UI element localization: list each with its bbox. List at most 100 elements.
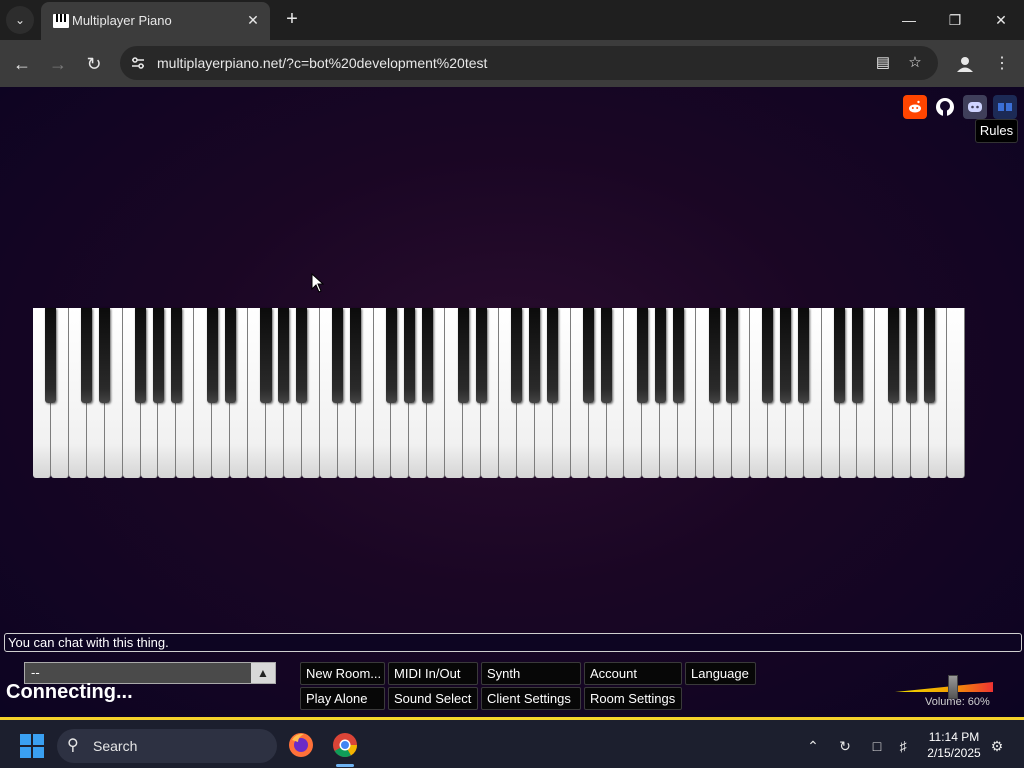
black-key[interactable]	[296, 308, 308, 403]
black-key[interactable]	[547, 308, 559, 403]
sound-select-button[interactable]: Sound Select	[388, 687, 478, 710]
black-key[interactable]	[905, 308, 917, 403]
reload-button[interactable]: ↻	[80, 50, 108, 78]
forward-button[interactable]: →	[44, 50, 72, 78]
rules-button[interactable]: Rules	[975, 119, 1018, 143]
black-key[interactable]	[206, 308, 218, 403]
tune-icon[interactable]	[130, 55, 146, 71]
black-key[interactable]	[511, 308, 523, 403]
taskbar-clock[interactable]: 11:14 PM 2/15/2025	[922, 729, 986, 761]
black-key[interactable]	[224, 308, 236, 403]
menu-button[interactable]: ⋮	[988, 50, 1016, 78]
black-key[interactable]	[600, 308, 613, 403]
black-key[interactable]	[887, 308, 899, 403]
room-settings-button[interactable]: Room Settings	[584, 687, 682, 710]
black-key[interactable]	[385, 308, 397, 403]
star-icon[interactable]: ☆	[904, 53, 926, 73]
synth-button[interactable]: Synth	[481, 662, 581, 685]
connection-status: Connecting...	[6, 681, 133, 703]
black-key[interactable]	[923, 308, 935, 403]
reload-icon: ↻	[86, 54, 102, 74]
chevron-down-icon: ⌄	[14, 13, 26, 27]
clock-date: 2/15/2025	[927, 746, 981, 760]
black-key[interactable]	[170, 308, 182, 403]
play-alone-button[interactable]: Play Alone	[300, 687, 385, 710]
midi-in-out-button[interactable]: MIDI In/Out	[388, 662, 478, 685]
black-key[interactable]	[457, 308, 469, 403]
close-icon: ✕	[995, 12, 1007, 28]
back-button[interactable]: ←	[8, 50, 36, 78]
maximize-button[interactable]: ❐	[932, 6, 978, 34]
volume-track[interactable]	[895, 682, 993, 692]
triangle-up-icon[interactable]: ▲	[251, 663, 275, 683]
github-icon[interactable]	[933, 95, 957, 119]
client-settings-button[interactable]: Client Settings	[481, 687, 581, 710]
black-key[interactable]	[260, 308, 272, 403]
close-icon[interactable]: ✕	[244, 11, 262, 29]
tab-search-button[interactable]: ⌄	[6, 6, 34, 34]
black-key[interactable]	[45, 308, 57, 403]
white-key[interactable]	[947, 308, 965, 478]
black-key[interactable]	[152, 308, 164, 403]
kebab-menu-icon: ⋮	[994, 55, 1010, 72]
reading-mode-icon[interactable]: ▤	[872, 53, 894, 73]
account-button[interactable]: Account	[584, 662, 682, 685]
language-button[interactable]: Language	[685, 662, 756, 685]
windows-start-icon[interactable]	[20, 734, 44, 758]
black-key[interactable]	[833, 308, 846, 403]
discord-icon[interactable]	[963, 95, 987, 119]
black-key[interactable]	[421, 308, 433, 403]
new-tab-button[interactable]: +	[280, 8, 304, 32]
sync-icon[interactable]: ↻	[834, 735, 856, 757]
url-text[interactable]: multiplayerpiano.net/?c=bot%20developmen…	[157, 55, 487, 71]
black-key[interactable]	[134, 308, 147, 403]
search-placeholder: Search	[93, 738, 138, 754]
black-key[interactable]	[798, 308, 810, 403]
minimize-icon: —	[902, 12, 916, 28]
profile-button[interactable]	[951, 50, 979, 78]
black-key[interactable]	[81, 308, 93, 403]
black-key[interactable]	[780, 308, 792, 403]
black-key[interactable]	[762, 308, 774, 403]
black-key[interactable]	[475, 308, 487, 403]
black-key[interactable]	[636, 308, 648, 403]
black-key[interactable]	[529, 308, 541, 403]
tab-multiplayer-piano[interactable]: Multiplayer Piano ✕	[41, 2, 270, 40]
black-key[interactable]	[851, 308, 863, 403]
taskbar-search[interactable]: ⚲ Search	[57, 729, 277, 763]
volume-muted-icon[interactable]: ♯	[892, 735, 914, 757]
black-key[interactable]	[332, 308, 344, 403]
volume-slider[interactable]: Volume: 60%	[895, 672, 995, 712]
bell-icon[interactable]: ⚙	[986, 735, 1008, 757]
tab-strip: ⌄ Multiplayer Piano ✕ + — ❐ ✕	[0, 0, 1024, 40]
windows-taskbar: ⚲ Search ⌃ ↻ □ ♯ 11:14 PM 2/15/2025 ⚙	[0, 717, 1024, 768]
black-key[interactable]	[403, 308, 415, 403]
arrow-left-icon: ←	[13, 54, 31, 74]
chevron-up-icon[interactable]: ⌃	[802, 735, 824, 757]
new-room-button[interactable]: New Room...	[300, 662, 385, 685]
minimize-button[interactable]: —	[886, 6, 932, 34]
close-window-button[interactable]: ✕	[978, 6, 1024, 34]
black-key[interactable]	[350, 308, 362, 403]
active-app-indicator	[336, 764, 354, 767]
extra-link-icon[interactable]	[993, 95, 1017, 119]
browser-toolbar: ← → ↻ multiplayerpiano.net/?c=bot%20deve…	[0, 40, 1024, 87]
network-icon[interactable]: □	[866, 735, 888, 757]
black-key[interactable]	[708, 308, 720, 403]
piano-keyboard[interactable]	[33, 308, 965, 478]
black-key[interactable]	[672, 308, 684, 403]
black-key[interactable]	[726, 308, 738, 403]
address-bar[interactable]: multiplayerpiano.net/?c=bot%20developmen…	[120, 46, 938, 80]
firefox-icon[interactable]	[286, 730, 316, 760]
reddit-icon[interactable]	[903, 95, 927, 119]
black-key[interactable]	[583, 308, 595, 403]
profile-icon	[957, 57, 973, 72]
black-key[interactable]	[654, 308, 666, 403]
black-key[interactable]	[278, 308, 290, 403]
mouse-cursor-icon	[311, 273, 325, 293]
search-icon: ⚲	[67, 737, 79, 754]
black-key[interactable]	[99, 308, 111, 403]
plus-icon: +	[286, 8, 298, 30]
chrome-icon[interactable]	[330, 730, 360, 760]
chat-input-hint[interactable]: You can chat with this thing.	[4, 633, 1022, 652]
